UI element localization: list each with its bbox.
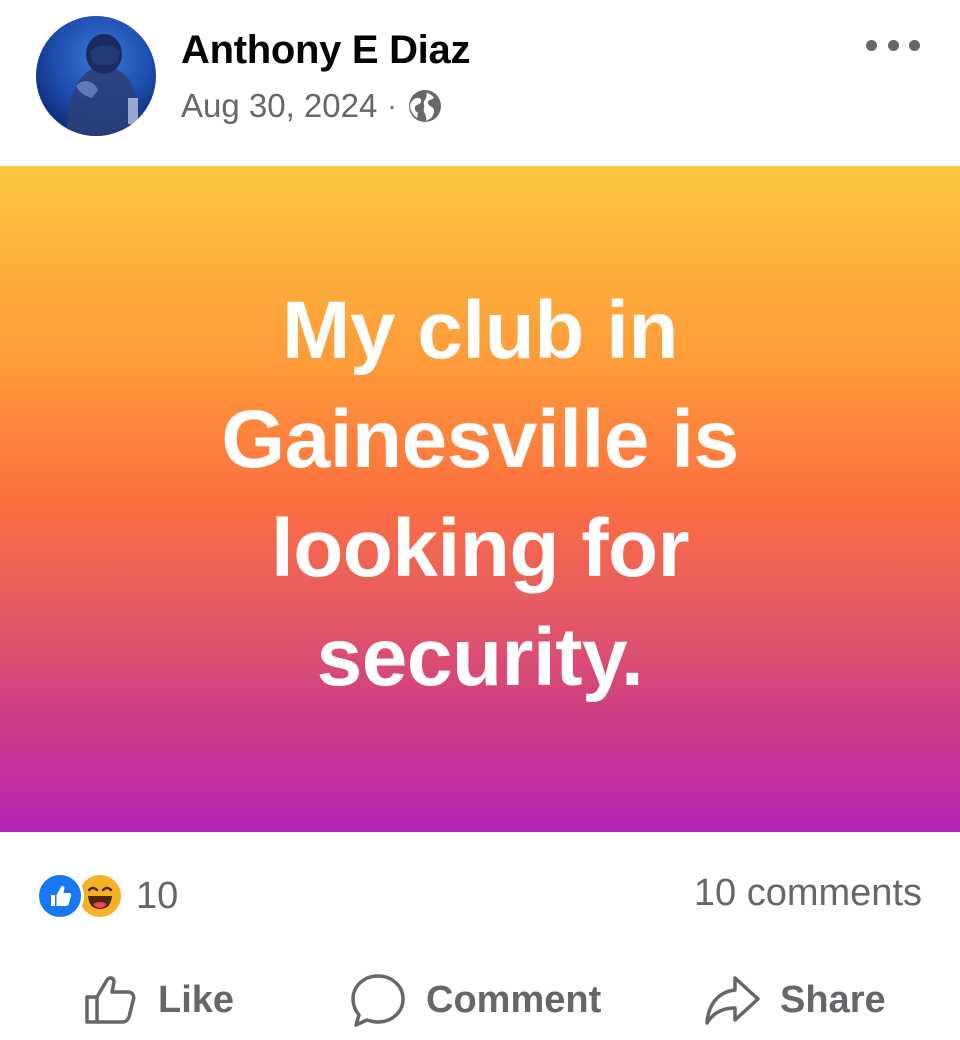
- comment-bubble-icon: [351, 974, 405, 1027]
- author-avatar[interactable]: [36, 16, 156, 136]
- thumbs-up-icon: [85, 976, 136, 1024]
- share-arrow-icon: [705, 976, 760, 1025]
- action-bar: Like Comment Share: [0, 952, 960, 1040]
- like-reaction-icon: [36, 872, 84, 920]
- meta-separator: ·: [387, 90, 397, 121]
- comment-label: Comment: [426, 978, 602, 1021]
- author-name[interactable]: Anthony E Diaz: [181, 28, 470, 73]
- post-text: My club in Gainesville is looking for se…: [221, 285, 739, 703]
- share-button[interactable]: Share: [702, 970, 886, 1030]
- share-label: Share: [780, 978, 886, 1021]
- reaction-count: 10: [136, 874, 179, 917]
- avatar-photo: [66, 34, 140, 136]
- comment-button[interactable]: Comment: [348, 970, 601, 1030]
- more-options-icon[interactable]: [866, 30, 920, 60]
- like-button[interactable]: Like: [80, 970, 234, 1030]
- post-background: My club in Gainesville is looking for se…: [0, 166, 960, 832]
- like-label: Like: [158, 978, 235, 1021]
- post-header: Anthony E Diaz Aug 30, 2024 ·: [0, 0, 960, 166]
- post-meta: Aug 30, 2024 ·: [181, 87, 443, 125]
- post-stats: 10 10 comments: [0, 832, 960, 952]
- reactions-summary[interactable]: 10: [36, 872, 178, 920]
- comments-count[interactable]: 10 comments: [694, 872, 922, 915]
- post-date[interactable]: Aug 30, 2024: [181, 87, 377, 125]
- globe-icon: [407, 88, 443, 124]
